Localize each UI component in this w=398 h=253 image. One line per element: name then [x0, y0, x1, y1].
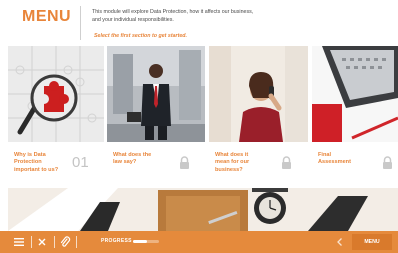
menu-button[interactable]: MENU: [352, 234, 392, 250]
label-line: What does it: [215, 152, 249, 158]
progress-bar: [133, 240, 159, 243]
section-3-image[interactable]: [209, 46, 308, 142]
label-line: Why is Data: [14, 152, 46, 158]
header: MENU This module will explore Data Prote…: [0, 0, 398, 46]
section-2-image[interactable]: [107, 46, 205, 142]
bottom-toolbar: PROGRESS MENU: [0, 231, 398, 253]
toolbar-divider: [31, 236, 32, 248]
intro-text: This module will explore Data Protection…: [92, 9, 292, 24]
progress-label: PROGRESS: [101, 238, 132, 244]
lock-icon: [180, 156, 189, 169]
label-line: important to us?: [14, 166, 59, 173]
section-4-image[interactable]: [312, 46, 398, 142]
intro-line: and your individual responsibilities.: [92, 16, 174, 23]
woman-on-phone-image: [209, 46, 308, 142]
lock-icon: [383, 156, 392, 169]
hamburger-icon[interactable]: [13, 236, 25, 248]
section-1-item[interactable]: Why is Data Protection important to us? …: [8, 146, 104, 186]
lock-icon: [282, 156, 291, 169]
close-icon[interactable]: [36, 236, 48, 248]
laptop-desk-image: [312, 46, 398, 142]
puzzle-magnifier-image: [8, 46, 104, 142]
section-3-item[interactable]: What does it mean for our business?: [209, 146, 308, 186]
section-1-label: Why is Data Protection important to us?: [14, 152, 70, 174]
label-line: mean for our: [215, 159, 250, 166]
page-title: MENU: [22, 8, 72, 25]
chevron-left-icon[interactable]: [334, 236, 346, 248]
desk-banner-image: [8, 188, 398, 231]
section-2-label: What does the law say?: [113, 152, 169, 167]
toolbar-divider: [76, 236, 77, 248]
label-line: business?: [215, 166, 243, 173]
section-4-item[interactable]: Final Assessment: [312, 146, 398, 186]
desk-items-image: [8, 188, 398, 231]
paperclip-icon[interactable]: [59, 236, 71, 248]
section-2-item[interactable]: What does the law say?: [107, 146, 205, 186]
instruction-text: Select the first section to get started.: [94, 33, 188, 39]
label-line: Assessment: [318, 159, 351, 166]
label-line: law say?: [113, 159, 137, 166]
progress-fill: [133, 240, 148, 243]
section-list: Why is Data Protection important to us? …: [8, 146, 398, 186]
title-divider: [80, 6, 81, 40]
nav-controls: MENU: [334, 231, 398, 253]
label-line: Final: [318, 152, 332, 158]
section-1-number: 01: [72, 154, 89, 171]
businessman-image: [107, 46, 205, 142]
section-1-image[interactable]: [8, 46, 104, 142]
section-4-label: Final Assessment: [318, 152, 374, 167]
label-line: Protection: [14, 159, 42, 166]
toolbar-divider: [54, 236, 55, 248]
section-3-label: What does it mean for our business?: [215, 152, 271, 174]
intro-line: This module will explore Data Protection…: [92, 9, 254, 15]
section-images: [8, 46, 398, 142]
label-line: What does the: [113, 152, 152, 158]
